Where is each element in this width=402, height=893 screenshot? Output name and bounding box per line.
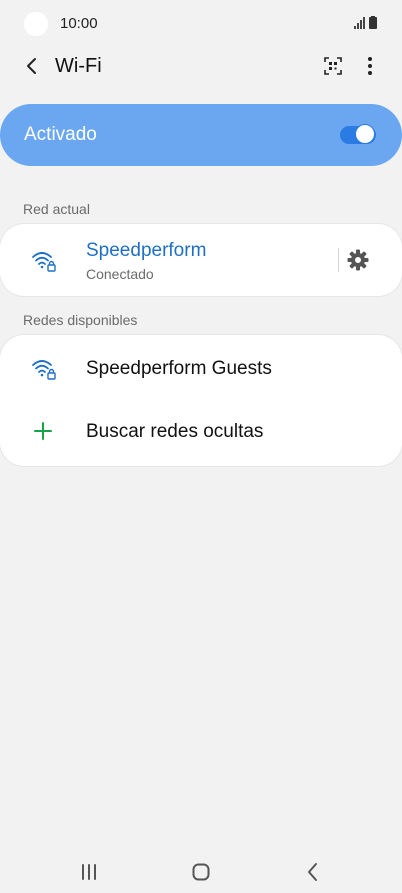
wifi-lock-icon [32, 360, 56, 380]
qr-code-scan-icon[interactable] [321, 54, 345, 78]
plus-icon [34, 422, 52, 440]
gear-icon[interactable] [346, 248, 370, 272]
current-network-card[interactable]: Speedperform Conectado [0, 224, 402, 296]
home-icon[interactable] [186, 857, 216, 887]
master-toggle-label: Activado [24, 124, 97, 145]
more-options-icon[interactable] [358, 54, 382, 78]
section-label-current: Red actual [23, 201, 90, 217]
status-time: 10:00 [60, 15, 98, 32]
network-list-item[interactable]: Speedperform Guests [0, 337, 402, 401]
navigation-bar [0, 847, 402, 893]
page-title: Wi-Fi [55, 55, 102, 77]
camera-cutout [24, 12, 48, 36]
wifi-switch[interactable] [340, 124, 376, 146]
switch-thumb [355, 124, 375, 144]
network-name: Speedperform Guests [86, 358, 272, 379]
available-networks-card: Speedperform Guests Buscar redes ocultas [0, 335, 402, 466]
add-hidden-network-label: Buscar redes ocultas [86, 421, 264, 442]
current-network-status: Conectado [86, 266, 154, 282]
back-nav-icon[interactable] [298, 857, 328, 887]
add-hidden-network-item[interactable]: Buscar redes ocultas [0, 401, 402, 465]
back-arrow-icon[interactable] [20, 54, 44, 78]
recent-apps-icon[interactable] [74, 857, 104, 887]
wifi-lock-icon [32, 252, 56, 272]
app-bar: Wi-Fi [0, 46, 402, 88]
section-label-available: Redes disponibles [23, 312, 138, 328]
vertical-divider [338, 248, 339, 272]
current-network-name: Speedperform [86, 240, 207, 261]
signal-battery-icon [354, 16, 377, 29]
wifi-master-toggle[interactable]: Activado [0, 104, 402, 166]
status-bar: 10:00 [0, 0, 402, 46]
